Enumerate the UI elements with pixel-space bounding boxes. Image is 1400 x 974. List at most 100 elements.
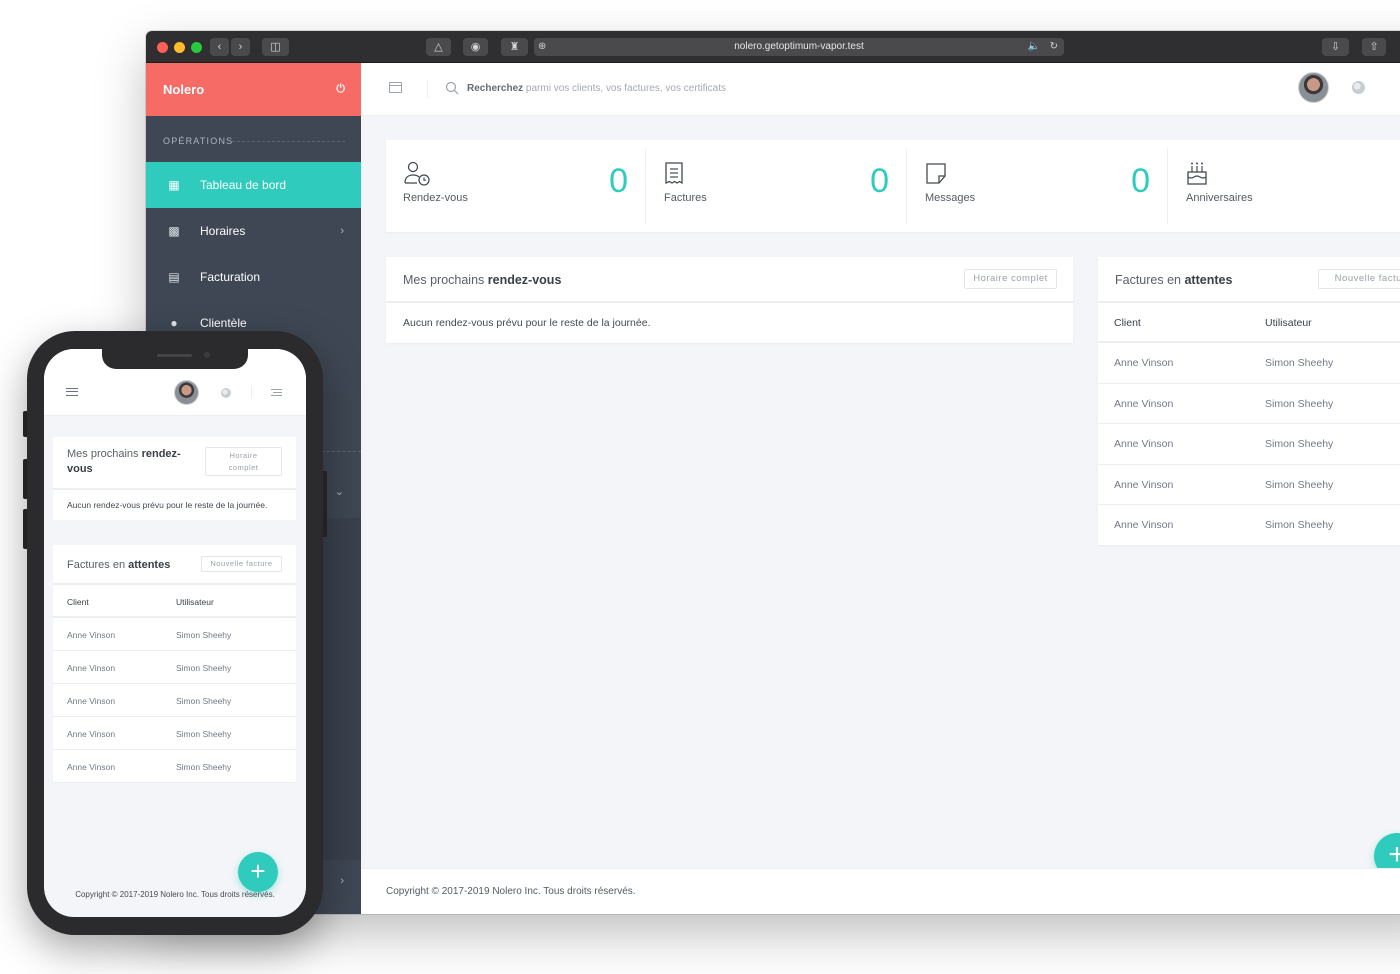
sidebar-item-label: Facturation xyxy=(200,270,261,284)
column-header-client: Client xyxy=(67,597,89,607)
building-icon: ▦ xyxy=(168,178,180,192)
flask-extension-icon[interactable]: △ xyxy=(426,38,451,56)
new-invoice-button[interactable]: Nouvelle facture xyxy=(1318,269,1400,289)
sidebar-item-dashboard[interactable]: ▦ Tableau de bord xyxy=(146,162,361,208)
minimize-window-button[interactable] xyxy=(174,42,185,53)
divider xyxy=(645,148,646,224)
globe-icon[interactable] xyxy=(221,388,231,398)
sidebar-item-label: Horaires xyxy=(200,224,246,238)
avatar[interactable] xyxy=(174,380,199,405)
camel-extension-icon[interactable]: ♜ xyxy=(501,38,528,56)
invoice-icon xyxy=(665,162,683,185)
zoom-window-button[interactable] xyxy=(191,42,202,53)
share-icon[interactable]: ⇧ xyxy=(1362,38,1386,56)
add-fab-button[interactable]: + xyxy=(238,852,278,892)
empty-state-text: Aucun rendez-vous prévu pour le reste de… xyxy=(67,500,268,510)
forward-icon[interactable]: › xyxy=(231,38,250,56)
phone-mockup: Mes prochains rendez- vous Horaire compl… xyxy=(23,331,327,935)
table-row[interactable]: Anne Vinson Simon Sheehy xyxy=(53,750,296,783)
mobile-invoices-card: Factures en attentes Nouvelle facture Cl… xyxy=(53,545,296,783)
table-row[interactable]: Anne Vinson Simon Sheehy xyxy=(53,618,296,651)
section-title: OPÉRATIONS xyxy=(146,116,361,162)
url-text: nolero.getoptimum-vapor.test xyxy=(734,41,864,52)
empty-state-text: Aucun rendez-vous prévu pour le reste de… xyxy=(403,317,651,329)
table-row[interactable]: Anne Vinson Simon Sheehy xyxy=(1098,343,1400,384)
chevron-right-icon[interactable]: › xyxy=(340,875,344,887)
globe-icon[interactable] xyxy=(1352,81,1365,94)
table-row[interactable]: Anne Vinson Simon Sheehy xyxy=(53,651,296,684)
divider xyxy=(906,148,907,224)
stat-label: Messages xyxy=(925,192,976,204)
reload-icon[interactable]: ↻ xyxy=(1050,38,1058,56)
sidebar-item-billing[interactable]: ▤ Facturation xyxy=(146,254,361,300)
table-row[interactable]: Anne Vinson Simon Sheehy xyxy=(1098,384,1400,424)
new-invoice-button[interactable]: Nouvelle facture xyxy=(201,556,282,572)
browser-toolbar: ‹ › ◫ △ ◉ ♜ ⊕ nolero.getoptimum-vapor.te… xyxy=(146,31,1400,63)
card-header: Factures en attentes Nouvelle facture xyxy=(1098,257,1400,303)
column-header-user: Utilisateur xyxy=(176,597,214,607)
sidebar-toggle-icon[interactable]: ◫ xyxy=(262,38,289,56)
button-label-line2: complet xyxy=(228,463,259,472)
power-icon[interactable]: ⏻ xyxy=(336,63,345,116)
full-schedule-button[interactable]: Horaire complet xyxy=(964,269,1057,289)
options-icon[interactable] xyxy=(271,389,282,396)
divider xyxy=(1167,148,1168,224)
phone-volume-up xyxy=(23,459,27,499)
speaker-icon[interactable]: 🔈 xyxy=(1028,38,1040,56)
full-schedule-button[interactable]: Horaire complet xyxy=(205,447,282,476)
stat-value: 0 xyxy=(609,162,628,200)
table-row[interactable]: Anne Vinson Simon Sheehy xyxy=(1098,505,1400,546)
stat-messages[interactable]: Messages 0 xyxy=(908,140,1168,232)
menu-icon[interactable] xyxy=(66,388,78,396)
stage: ‹ › ◫ △ ◉ ♜ ⊕ nolero.getoptimum-vapor.te… xyxy=(0,0,1400,974)
address-bar[interactable]: ⊕ nolero.getoptimum-vapor.test 🔈 ↻ xyxy=(534,38,1064,56)
sidebar-item-schedules[interactable]: ▩ Horaires › xyxy=(146,208,361,254)
cell-user: Simon Sheehy xyxy=(1265,478,1334,491)
table-row[interactable]: Anne Vinson Simon Sheehy xyxy=(1098,465,1400,505)
card-header: Mes prochains rendez-vous Horaire comple… xyxy=(386,257,1073,303)
card-title: Mes prochains rendez-vous xyxy=(403,273,561,287)
brand-name: Nolero xyxy=(163,82,205,97)
user-clock-icon xyxy=(404,161,430,186)
stat-appointments[interactable]: Rendez-vous 0 xyxy=(386,140,646,232)
close-window-button[interactable] xyxy=(157,42,168,53)
receipt-icon: ▤ xyxy=(168,270,180,284)
download-icon[interactable]: ⇩ xyxy=(1322,38,1349,56)
sidebar-item-label: Clientèle xyxy=(200,316,247,330)
phone-mute-switch xyxy=(23,411,27,437)
phone-notch xyxy=(102,349,248,369)
avatar[interactable] xyxy=(1298,72,1329,103)
back-icon[interactable]: ‹ xyxy=(210,38,229,56)
copyright-text: Copyright © 2017-2019 Nolero Inc. Tous d… xyxy=(386,886,636,897)
table-row[interactable]: Anne Vinson Simon Sheehy xyxy=(53,717,296,750)
password-extension-icon[interactable]: ◉ xyxy=(463,38,488,56)
brand-header: Nolero ⏻ xyxy=(146,63,361,116)
new-tab-icon[interactable]: ⊕ xyxy=(538,38,546,56)
cell-client: Anne Vinson xyxy=(1114,357,1174,369)
divider xyxy=(427,80,428,98)
divider xyxy=(251,385,252,399)
invoices-card: Factures en attentes Nouvelle facture Cl… xyxy=(1098,257,1400,546)
table-row[interactable]: Anne Vinson Simon Sheehy xyxy=(1098,424,1400,465)
table-row[interactable]: Anne Vinson Simon Sheehy xyxy=(53,684,296,717)
card-title-bold: rendez- xyxy=(141,448,181,460)
stat-label: Factures xyxy=(664,192,707,204)
sidebar-item-label: Tableau de bord xyxy=(200,178,287,192)
card-title: Factures en attentes xyxy=(67,558,170,573)
card-header: Mes prochains rendez- vous Horaire compl… xyxy=(53,437,296,490)
card-title-pre: Factures en xyxy=(67,559,129,571)
card-title: Mes prochains rendez- vous xyxy=(67,447,181,477)
cell-user: Simon Sheehy xyxy=(1265,519,1334,531)
search-input[interactable]: Recherchez parmi vos clients, vos factur… xyxy=(467,83,726,94)
chevron-down-icon[interactable]: ⌄ xyxy=(335,485,344,498)
card-title-pre: Mes prochains xyxy=(403,273,488,287)
footer: Copyright © 2017-2019 Nolero Inc. Tous d… xyxy=(361,868,1400,914)
appointments-card: Mes prochains rendez-vous Horaire comple… xyxy=(386,257,1073,343)
cell-client: Anne Vinson xyxy=(1114,519,1174,531)
cell-user: Simon Sheehy xyxy=(176,663,232,673)
stat-birthdays[interactable]: Anniversaires 1 xyxy=(1169,140,1400,232)
calendar-icon[interactable] xyxy=(389,82,402,93)
chevron-right-icon: › xyxy=(340,225,344,237)
phone-volume-down xyxy=(23,509,27,549)
stat-invoices[interactable]: Factures 0 xyxy=(647,140,907,232)
